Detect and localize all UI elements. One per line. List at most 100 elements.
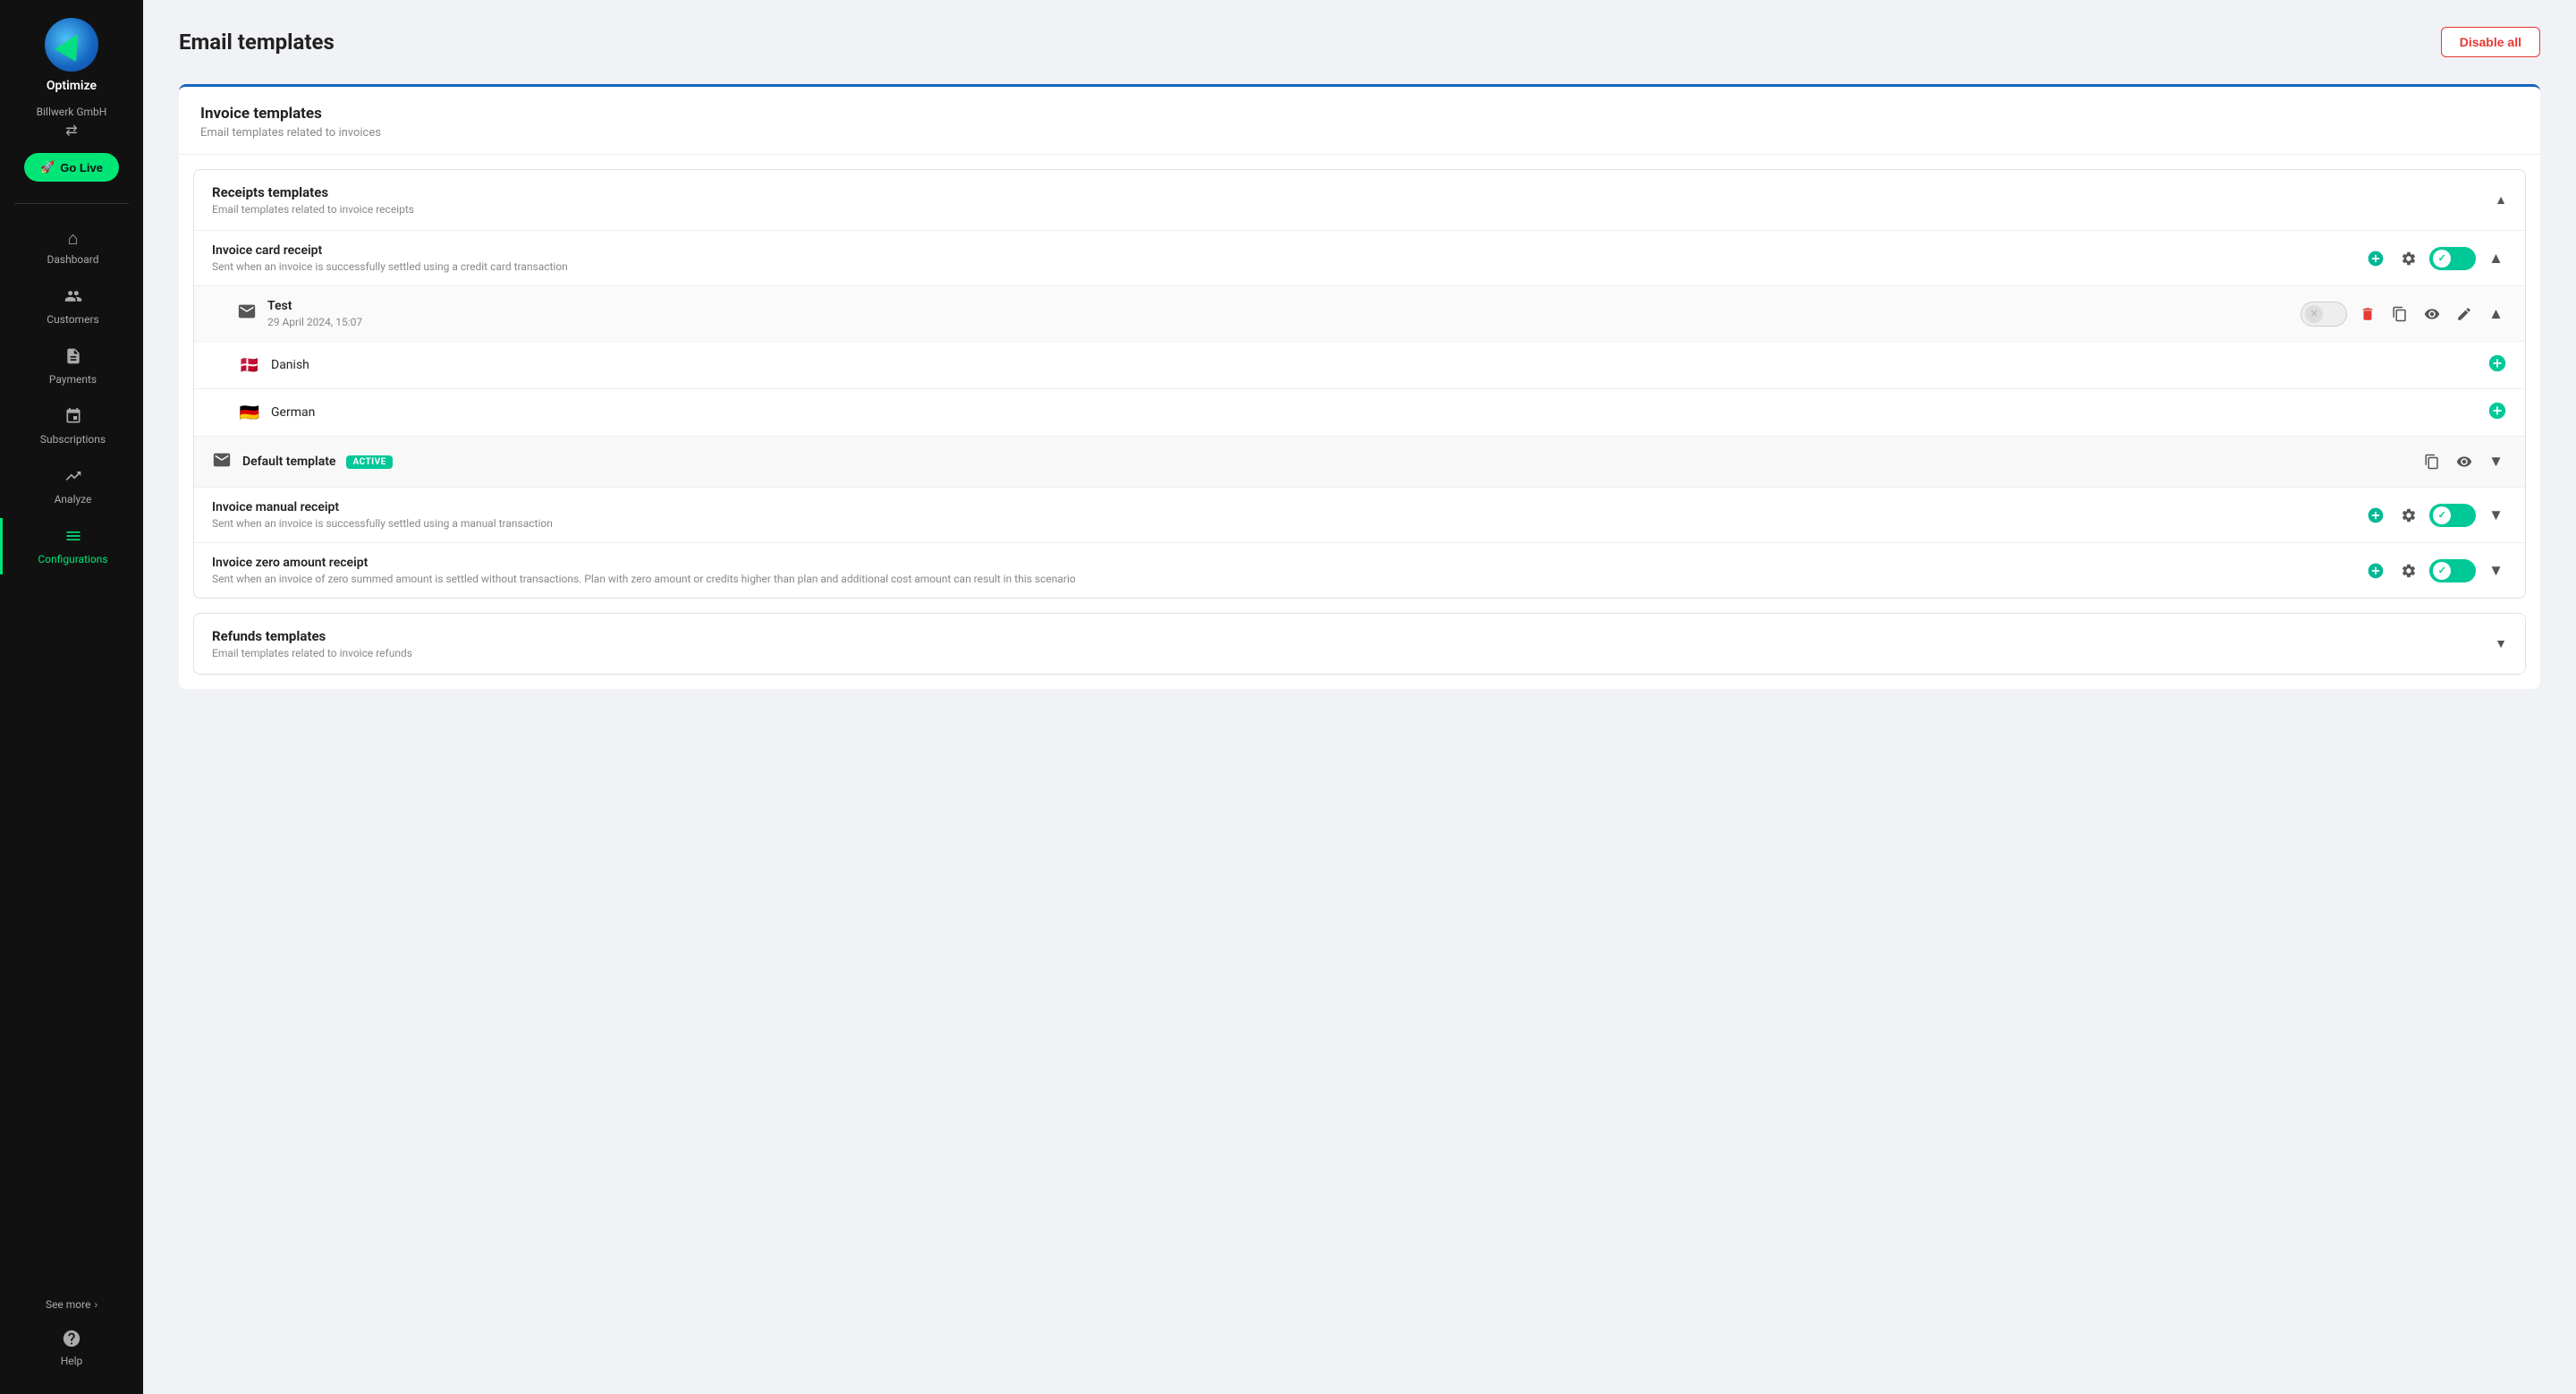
test-template-toggle[interactable]: ✕ [2301,302,2347,327]
toggle-knob: ✓ [2433,506,2451,524]
sidebar-nav: ⌂ Dashboard Customers Payments Subscript… [0,218,143,1289]
default-template-actions: ▼ [2420,449,2507,474]
receipts-group-info: Receipts templates Email templates relat… [212,184,414,216]
zero-receipt-info: Invoice zero amount receipt Sent when an… [212,556,1076,585]
dashboard-icon: ⌂ [67,227,78,250]
add-german-button[interactable] [2487,401,2507,424]
manual-receipt-toggle[interactable]: ✓ [2429,504,2476,527]
german-language-row: 🇩🇪 German [194,388,2525,436]
preview-default-button[interactable] [2453,450,2476,473]
disable-all-button[interactable]: Disable all [2441,27,2540,57]
copy-template-button[interactable] [2388,302,2411,326]
sidebar-item-dashboard[interactable]: ⌂ Dashboard [0,218,143,275]
default-chevron-down[interactable]: ▼ [2485,449,2507,474]
manual-receipt-subtitle: Sent when an invoice is successfully set… [212,517,553,530]
receipts-group-title: Receipts templates [212,184,414,200]
customers-icon [64,287,82,310]
sidebar-item-label: Dashboard [47,253,98,266]
settings-zero-button[interactable] [2397,559,2420,582]
manual-receipt-info: Invoice manual receipt Sent when an invo… [212,500,553,530]
page-header: Email templates Disable all [179,27,2540,57]
receipts-chevron-icon: ▲ [2495,192,2507,208]
test-template-row: Test 29 April 2024, 15:07 ✕ [194,285,2525,341]
card-receipt-chevron-up[interactable]: ▲ [2485,246,2507,271]
add-template-button[interactable] [2363,246,2388,271]
subscriptions-icon [64,407,82,429]
preview-template-button[interactable] [2420,302,2444,326]
payments-icon [64,347,82,370]
app-name: Optimize [47,79,97,93]
manual-receipt-row: Invoice manual receipt Sent when an invo… [194,487,2525,542]
sidebar-item-label: Configurations [38,553,107,565]
sidebar-item-customers[interactable]: Customers [0,278,143,335]
app-logo [45,18,98,72]
section-title: Invoice templates [200,105,2519,123]
receipts-group-subtitle: Email templates related to invoice recei… [212,203,414,216]
german-flag: 🇩🇪 [237,400,262,425]
delete-template-button[interactable] [2356,302,2379,326]
refunds-group-header[interactable]: Refunds templates Email templates relate… [194,614,2525,674]
default-email-icon [212,450,232,474]
test-template-chevron-up[interactable]: ▲ [2485,302,2507,327]
test-template-info: Test 29 April 2024, 15:07 [267,299,362,328]
danish-language-name: Danish [271,358,309,372]
zero-receipt-row: Invoice zero amount receipt Sent when an… [194,542,2525,598]
default-template-left: Default template ACTIVE [212,450,393,474]
switch-company-icon[interactable]: ⇄ [65,122,77,139]
zero-chevron-down[interactable]: ▼ [2485,558,2507,583]
card-receipt-actions: ✓ ▲ [2363,246,2507,271]
configurations-icon [64,527,82,549]
toggle-knob: ✕ [2305,305,2323,323]
sidebar-item-label: Payments [49,373,97,386]
invoice-templates-section: Invoice templates Email templates relate… [179,84,2540,689]
card-receipt-row: Invoice card receipt Sent when an invoic… [194,230,2525,285]
danish-language-row: 🇩🇰 Danish [194,341,2525,388]
settings-manual-button[interactable] [2397,504,2420,527]
page-title: Email templates [179,30,335,55]
zero-receipt-toggle[interactable]: ✓ [2429,559,2476,582]
section-subtitle: Email templates related to invoices [200,126,2519,140]
sidebar-item-label: Subscriptions [40,433,106,446]
settings-button[interactable] [2397,247,2420,270]
test-template-date: 29 April 2024, 15:07 [267,316,362,328]
sidebar-item-payments[interactable]: Payments [0,338,143,395]
zero-receipt-title: Invoice zero amount receipt [212,556,1076,570]
email-template-icon [237,302,257,326]
manual-receipt-title: Invoice manual receipt [212,500,553,514]
add-zero-button[interactable] [2363,558,2388,583]
see-more-button[interactable]: See more › [0,1289,143,1320]
active-badge: ACTIVE [346,455,392,469]
receipts-template-group: Receipts templates Email templates relat… [193,169,2526,599]
chevron-right-icon: › [94,1298,97,1311]
manual-receipt-actions: ✓ ▼ [2363,503,2507,528]
refunds-group-info: Refunds templates Email templates relate… [212,628,412,659]
zero-receipt-subtitle: Sent when an invoice of zero summed amou… [212,573,1076,585]
rocket-icon: 🚀 [40,160,55,174]
go-live-button[interactable]: 🚀 Go Live [24,153,119,182]
test-template-actions: ✕ ▲ [2301,302,2507,327]
sidebar-item-label: Analyze [55,493,92,506]
add-danish-button[interactable] [2487,353,2507,377]
edit-template-button[interactable] [2453,302,2476,326]
card-receipt-subtitle: Sent when an invoice is successfully set… [212,260,568,273]
manual-chevron-down[interactable]: ▼ [2485,503,2507,528]
refunds-group-title: Refunds templates [212,628,412,644]
main-content: Email templates Disable all Invoice temp… [143,0,2576,1394]
company-name: Billwerk GmbH [37,106,107,118]
card-receipt-toggle[interactable]: ✓ [2429,247,2476,270]
test-template-title: Test [267,299,362,313]
sidebar-item-analyze[interactable]: Analyze [0,458,143,514]
sidebar-item-subscriptions[interactable]: Subscriptions [0,398,143,455]
card-receipt-title: Invoice card receipt [212,243,568,258]
zero-receipt-actions: ✓ ▼ [2363,558,2507,583]
help-button[interactable]: Help [0,1320,143,1376]
german-language-name: German [271,405,315,420]
section-header: Invoice templates Email templates relate… [179,87,2540,155]
danish-language-left: 🇩🇰 Danish [237,353,309,378]
sidebar-item-label: Customers [47,313,98,326]
german-language-left: 🇩🇪 German [237,400,315,425]
add-manual-button[interactable] [2363,503,2388,528]
receipts-group-header[interactable]: Receipts templates Email templates relat… [194,170,2525,230]
sidebar-item-configurations[interactable]: Configurations [0,518,143,574]
copy-default-button[interactable] [2420,450,2444,473]
